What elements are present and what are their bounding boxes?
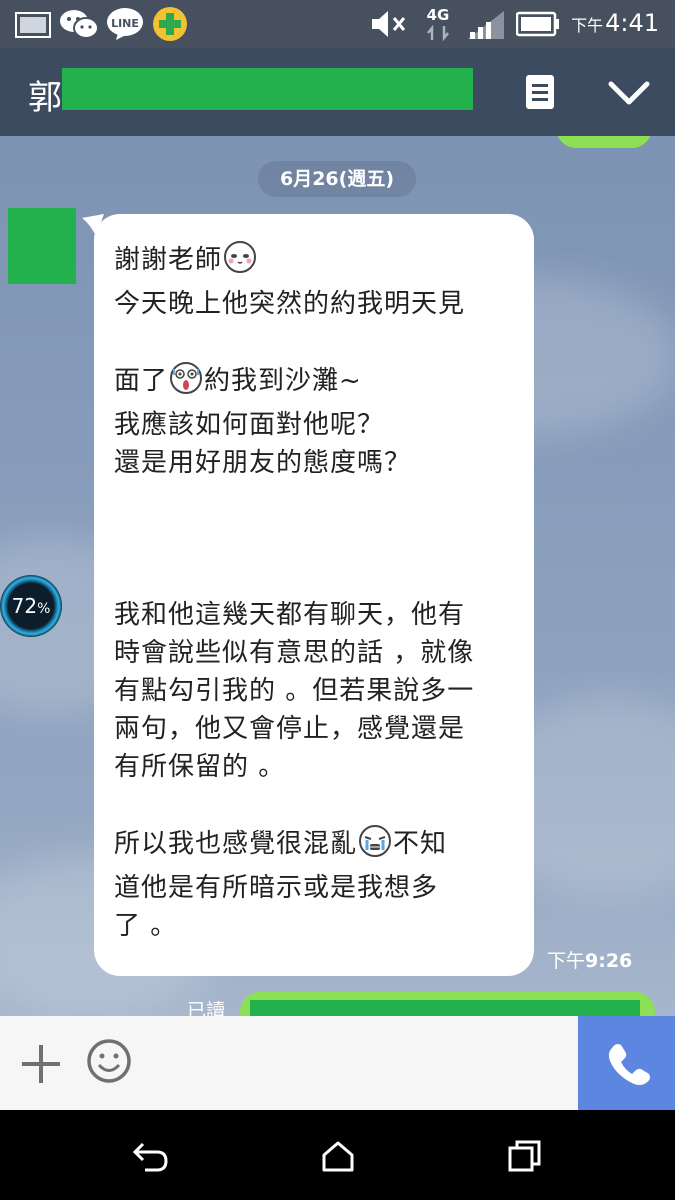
phone-icon (608, 1044, 650, 1085)
message-line (114, 558, 524, 596)
message-line: 道他是有所暗示或是我想多 (114, 873, 439, 903)
chevron-down-icon[interactable] (606, 78, 652, 108)
mute-icon (372, 11, 406, 37)
message-line (114, 786, 524, 824)
previous-sent-bubble (556, 136, 652, 148)
plus-app-icon (153, 7, 187, 41)
status-bar: LINE 4G 下午4:41 (0, 0, 675, 48)
contact-name[interactable]: 郭 (28, 70, 62, 119)
message-line: 兩句，他又會停止，感覺還是 (114, 714, 466, 744)
emoji-icon[interactable] (86, 1038, 132, 1084)
message-text: 謝謝老師今天晚上他突然的約我明天見 面了 約我到沙灘~ 我應該如何面對他呢？ 還是用好… (114, 240, 524, 945)
message-line: 今天晚上他突然的約我明天見 (114, 289, 466, 319)
chat-area[interactable]: 6月26(週五) 謝謝老師今天晚上他突然的約我明天見 面了 約我到沙灘~ 我應該如何… (0, 136, 675, 1016)
gallery-icon (15, 12, 51, 38)
back-icon[interactable] (133, 1140, 169, 1172)
message-line: 有點勾引我的 。但若果說多一 (114, 676, 475, 706)
received-message-bubble[interactable]: 謝謝老師今天晚上他突然的約我明天見 面了 約我到沙灘~ 我應該如何面對他呢？ 還是用好… (94, 214, 534, 976)
message-line: 謝謝老師 (114, 240, 524, 285)
message-line: 還是用好朋友的態度嗎？ (114, 448, 412, 478)
date-separator: 6月26(週五) (258, 161, 416, 197)
recents-icon[interactable] (508, 1140, 542, 1172)
svg-text:LINE: LINE (111, 17, 139, 30)
message-line: 面了 約我到沙灘~ (114, 361, 524, 406)
message-line: 時會說些似有意思的話 ，就像 (114, 638, 475, 668)
wechat-icon (60, 10, 99, 39)
navigation-bar (0, 1110, 675, 1200)
message-time: 下午9:26 (547, 950, 633, 972)
plus-icon[interactable] (20, 1043, 62, 1085)
message-line: 所以我也感覺很混亂 不知 (114, 824, 524, 869)
shocked-emoji-icon (169, 361, 203, 406)
network-4g-icon: 4G (427, 6, 450, 42)
message-line (114, 520, 524, 558)
svg-text:4G: 4G (427, 6, 450, 24)
status-clock: 下午4:41 (571, 9, 659, 37)
notes-button[interactable] (524, 73, 556, 111)
chat-header: 郭 (0, 48, 675, 136)
message-line: 我應該如何面對他呢？ (114, 410, 385, 440)
crying-emoji-icon (358, 824, 392, 869)
message-line: 我和他這幾天都有聊天，他有 (114, 600, 466, 630)
input-bar (0, 1016, 675, 1110)
battery-widget[interactable]: 72% (0, 575, 62, 637)
line-icon: LINE (107, 8, 143, 40)
message-line: 有所保留的 。 (114, 752, 286, 782)
battery-icon (516, 11, 559, 37)
message-line (114, 482, 524, 520)
avatar[interactable] (8, 208, 76, 284)
call-button[interactable] (578, 1016, 675, 1110)
read-receipt: 已讀 (187, 1000, 226, 1016)
sent-message-redaction (250, 1000, 640, 1016)
blush-emoji-icon (223, 240, 257, 285)
signal-icon (468, 11, 504, 39)
message-line (114, 323, 524, 361)
home-icon[interactable] (321, 1140, 355, 1172)
message-line: 了 。 (114, 911, 178, 941)
